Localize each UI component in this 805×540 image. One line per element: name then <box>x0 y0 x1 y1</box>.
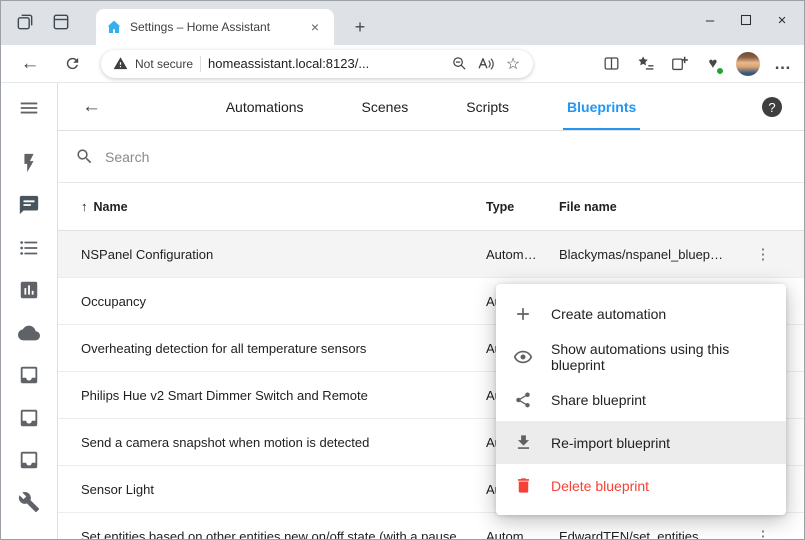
search-icon <box>75 147 94 166</box>
home-assistant-favicon <box>106 19 122 35</box>
plus-icon <box>512 303 534 325</box>
search-placeholder: Search <box>105 149 149 165</box>
table-row[interactable]: Set entities based on other entities new… <box>58 513 804 539</box>
header-name-label: Name <box>94 200 128 214</box>
sidebar-cloud-icon[interactable] <box>18 322 40 344</box>
tab-scripts[interactable]: Scripts <box>462 83 513 130</box>
zoom-out-icon[interactable] <box>449 54 469 74</box>
menu-item-reimport-blueprint[interactable]: Re-import blueprint <box>496 421 786 464</box>
row-overflow-menu-icon[interactable]: ⋮ <box>749 522 777 539</box>
download-icon <box>512 432 534 454</box>
menu-item-create-automation[interactable]: Create automation <box>496 292 786 335</box>
delete-icon <box>512 475 534 497</box>
eye-icon <box>512 346 534 368</box>
new-tab-button[interactable]: + <box>347 14 373 40</box>
menu-item-label: Create automation <box>551 306 666 322</box>
read-aloud-icon[interactable] <box>476 54 496 74</box>
share-icon <box>512 389 534 411</box>
tab-blueprints[interactable]: Blueprints <box>563 83 640 130</box>
split-screen-icon[interactable] <box>600 53 622 75</box>
tab-title: Settings – Home Assistant <box>130 20 306 34</box>
row-type: Autom… <box>486 247 559 262</box>
sidebar-box-icon-2[interactable] <box>18 407 40 429</box>
menu-item-show-automations[interactable]: Show automations using this blueprint <box>496 335 786 378</box>
security-label: Not secure <box>135 57 193 71</box>
ha-header: ← Automations Scenes Scripts Blueprints … <box>58 83 804 131</box>
row-name: NSPanel Configuration <box>81 247 486 262</box>
sidebar-chat-icon[interactable] <box>18 194 40 216</box>
row-name: Philips Hue v2 Smart Dimmer Switch and R… <box>81 388 486 403</box>
sidebar-list-icon[interactable] <box>18 237 40 259</box>
menu-item-delete-blueprint[interactable]: Delete blueprint <box>496 464 786 507</box>
minimize-button[interactable]: – <box>692 5 728 35</box>
sidebar-chart-icon[interactable] <box>18 279 40 301</box>
status-green-dot <box>716 67 724 75</box>
sort-ascending-icon: ↑ <box>81 199 88 214</box>
browser-toolbar: ← Not secure homeassistant.local:8123/..… <box>1 45 804 83</box>
menu-item-label: Show automations using this blueprint <box>551 341 770 373</box>
row-name: Set entities based on other entities new… <box>81 529 486 540</box>
row-name: Send a camera snapshot when motion is de… <box>81 435 486 450</box>
table-row[interactable]: NSPanel Configuration Autom… Blackymas/n… <box>58 231 804 278</box>
sidebar-menu-icon[interactable] <box>18 97 40 119</box>
maximize-button[interactable] <box>728 5 764 35</box>
ha-sidebar <box>1 83 58 539</box>
column-header-file[interactable]: File name <box>559 200 739 214</box>
tab-actions-icon[interactable] <box>15 12 35 32</box>
refresh-button[interactable] <box>59 51 85 77</box>
browser-tab[interactable]: Settings – Home Assistant × <box>96 9 334 45</box>
help-icon[interactable]: ? <box>762 97 782 117</box>
tab-close-icon[interactable]: × <box>306 18 324 36</box>
menu-item-label: Delete blueprint <box>551 478 649 494</box>
settings-menu-icon[interactable]: … <box>772 53 794 75</box>
column-header-type[interactable]: Type <box>486 200 559 214</box>
column-header-name[interactable]: ↑ Name <box>81 199 486 214</box>
row-name: Overheating detection for all temperatur… <box>81 341 486 356</box>
menu-item-label: Share blueprint <box>551 392 646 408</box>
sidebar-box-icon-1[interactable] <box>18 364 40 386</box>
url-text[interactable]: homeassistant.local:8123/... <box>208 56 442 71</box>
favorites-hub-icon[interactable] <box>634 53 656 75</box>
browser-titlebar: Settings – Home Assistant × + – × <box>1 1 804 45</box>
tab-automations[interactable]: Automations <box>222 83 308 130</box>
blueprint-context-menu: Create automation Show automations using… <box>496 284 786 515</box>
sidebar-flash-icon[interactable] <box>18 152 40 174</box>
browser-window: Settings – Home Assistant × + – × ← Not … <box>0 0 805 540</box>
search-field[interactable]: Search <box>58 131 804 183</box>
favorites-star-icon[interactable]: ☆ <box>503 54 523 74</box>
row-name: Sensor Light <box>81 482 486 497</box>
back-button[interactable]: ← <box>17 51 43 77</box>
row-type: Autom… <box>486 529 559 540</box>
profile-avatar[interactable] <box>736 52 760 76</box>
row-name: Occupancy <box>81 294 486 309</box>
table-header: ↑ Name Type File name <box>58 183 804 231</box>
address-divider <box>200 56 201 72</box>
tab-scenes[interactable]: Scenes <box>358 83 413 130</box>
not-secure-warning-icon <box>113 56 128 71</box>
browser-essentials-icon[interactable]: ♥ <box>702 53 724 75</box>
menu-item-share-blueprint[interactable]: Share blueprint <box>496 378 786 421</box>
ha-nav-tabs: Automations Scenes Scripts Blueprints <box>222 83 641 130</box>
sidebar-box-icon-3[interactable] <box>18 449 40 471</box>
sidebar-wrench-icon[interactable] <box>18 491 40 513</box>
menu-item-label: Re-import blueprint <box>551 435 670 451</box>
workspaces-icon[interactable] <box>51 12 71 32</box>
address-bar[interactable]: Not secure homeassistant.local:8123/... … <box>101 50 533 78</box>
collections-icon[interactable] <box>668 53 690 75</box>
ha-back-arrow[interactable]: ← <box>82 83 101 131</box>
row-file: EdwardTEN/set_entities_bas… <box>559 529 739 540</box>
row-overflow-menu-icon[interactable]: ⋮ <box>749 240 777 268</box>
close-button[interactable]: × <box>764 5 800 35</box>
row-file: Blackymas/nspanel_blueprin… <box>559 247 739 262</box>
